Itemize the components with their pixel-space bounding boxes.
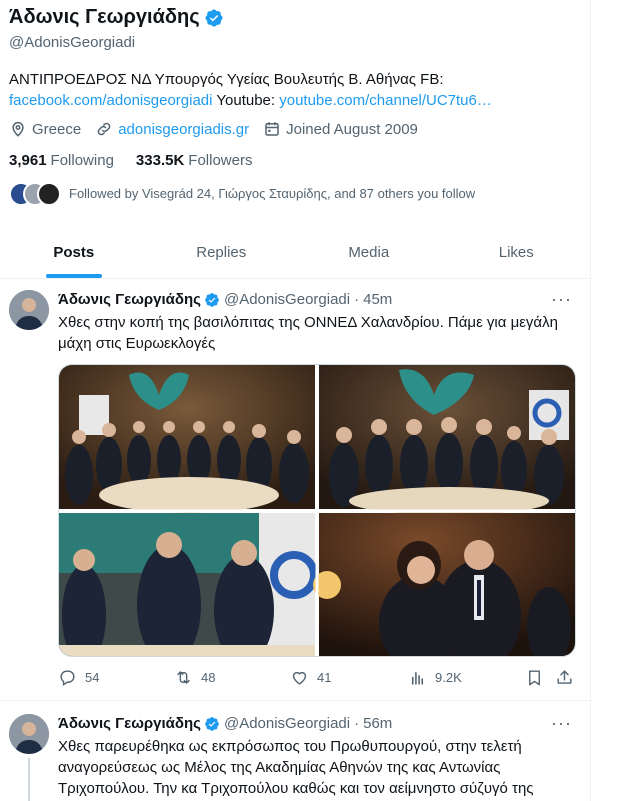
- profile-name-row: Άδωνις Γεωργιάδης: [9, 6, 224, 29]
- profile-tabs: Posts Replies Media Likes: [0, 226, 590, 279]
- tweet-actions: 54 48 41 9.2K: [58, 668, 574, 690]
- tweet-text: Χθες παρευρέθηκα ως εκπρόσωπος του Πρωθυ…: [58, 738, 534, 797]
- location-item: Greece: [9, 120, 81, 138]
- website-link[interactable]: adonisgeorgiadis.gr: [118, 121, 249, 138]
- profile-meta: Greece adonisgeorgiadis.gr Joined August…: [9, 120, 432, 138]
- followers-count: 333.5K: [135, 152, 185, 169]
- retweet-count: 48: [201, 670, 216, 685]
- tweet-author-handle[interactable]: @AdonisGeorgiadi: [224, 715, 350, 732]
- views-icon: [411, 671, 424, 685]
- verified-badge-icon[interactable]: [204, 8, 224, 28]
- avatar: [37, 182, 61, 206]
- retweet-icon: [177, 671, 190, 684]
- avatar[interactable]: [9, 290, 49, 330]
- tweet-author-handle[interactable]: @AdonisGeorgiadi: [224, 291, 350, 308]
- reply-icon: [60, 670, 75, 686]
- thread-line: [28, 758, 30, 801]
- like-icon: [292, 671, 307, 685]
- profile-handle: @AdonisGeorgiadi: [9, 34, 136, 51]
- photo-group-4[interactable]: [313, 513, 575, 656]
- tab-likes[interactable]: Likes: [443, 226, 591, 278]
- location-text: Greece: [32, 120, 82, 138]
- tweet-author-name[interactable]: Άδωνις Γεωργιάδης: [58, 715, 201, 732]
- tab-label: Posts: [53, 243, 95, 261]
- followed-by-text: Followed by Visegrád 24, Γιώργος Σταυρίδ…: [69, 185, 476, 201]
- tweet-separator: ·: [354, 715, 360, 732]
- share-icon: [557, 670, 572, 684]
- link-icon: [97, 122, 111, 136]
- tweet-header: Άδωνις Γεωργιάδης @AdonisGeorgiadi · 45m: [58, 291, 392, 308]
- tab-media[interactable]: Media: [295, 226, 443, 278]
- bio-facebook-link[interactable]: facebook.com/adonisgeorgiadi: [9, 92, 212, 109]
- avatar[interactable]: [9, 714, 49, 754]
- followed-by[interactable]: Followed by Visegrád 24, Γιώργος Σταυρίδ…: [9, 180, 475, 206]
- reply-count: 54: [85, 670, 100, 685]
- follower-avatars: [9, 180, 61, 206]
- followers-label: Followers: [188, 152, 253, 169]
- like-count: 41: [317, 670, 332, 685]
- tweet-header: Άδωνις Γεωργιάδης @AdonisGeorgiadi · 56m: [58, 715, 392, 732]
- following-label: Following: [50, 152, 114, 169]
- tweet[interactable]: Άδωνις Γεωργιάδης @AdonisGeorgiadi · 56m…: [0, 701, 590, 801]
- bookmark-icon: [529, 670, 540, 686]
- photo-group-3[interactable]: [59, 513, 318, 656]
- active-tab-indicator: [45, 274, 102, 278]
- tweet-text: Χθες στην κοπή της βασιλόπιτας της ΟΝΝΕΔ…: [58, 314, 558, 352]
- more-icon[interactable]: ···: [551, 289, 572, 310]
- tweet-author-name[interactable]: Άδωνις Γεωργιάδης: [58, 291, 201, 308]
- photo-group-2[interactable]: [319, 365, 575, 515]
- bio-youtube-link[interactable]: youtube.com/channel/UC7tu6…: [279, 92, 492, 109]
- location-pin-icon: [12, 121, 24, 137]
- retweet-button[interactable]: 48: [174, 668, 215, 687]
- share-button[interactable]: [555, 668, 582, 687]
- views-count: 9.2K: [435, 670, 462, 685]
- reply-button[interactable]: 54: [58, 668, 99, 687]
- follow-stats: 3,961 Following 333.5K Followers: [9, 152, 274, 169]
- joined-item: Joined August 2009: [263, 120, 418, 138]
- tweet-media-grid[interactable]: [58, 364, 576, 657]
- tab-label: Media: [348, 243, 390, 261]
- website-item: adonisgeorgiadis.gr: [95, 120, 249, 138]
- profile-name: Άδωνις Γεωργιάδης: [9, 6, 200, 28]
- tweet-time[interactable]: 45m: [363, 291, 392, 308]
- profile-column: Άδωνις Γεωργιάδης @AdonisGeorgiadi ΑΝΤΙΠ…: [0, 0, 591, 801]
- views-button[interactable]: 9.2K: [408, 668, 462, 687]
- tweet-time[interactable]: 56m: [363, 715, 392, 732]
- like-button[interactable]: 41: [290, 668, 331, 687]
- bio-text: ΑΝΤΙΠΡΟΕΔΡΟΣ ΝΔ Υπουργός Υγείας Βουλευτή…: [9, 71, 444, 88]
- profile-bio: ΑΝΤΙΠΡΟΕΔΡΟΣ ΝΔ Υπουργός Υγείας Βουλευτή…: [9, 69, 579, 111]
- tab-replies[interactable]: Replies: [148, 226, 296, 278]
- verified-badge-icon: [205, 716, 219, 731]
- calendar-icon: [265, 122, 279, 136]
- bio-youtube-label: Youtube:: [216, 92, 276, 109]
- followers-stat[interactable]: 333.5K Followers: [136, 152, 253, 169]
- tab-posts[interactable]: Posts: [0, 226, 148, 278]
- following-count: 3,961: [9, 152, 47, 169]
- joined-text: Joined August 2009: [286, 120, 418, 138]
- photo-group-1[interactable]: [59, 365, 315, 513]
- tab-label: Replies: [196, 243, 247, 261]
- following-stat[interactable]: 3,961 Following: [9, 152, 114, 169]
- tweet-separator: ·: [354, 291, 360, 308]
- tab-label: Likes: [498, 243, 534, 261]
- verified-badge-icon: [205, 292, 219, 307]
- more-icon[interactable]: ···: [551, 713, 572, 734]
- bookmark-button[interactable]: [525, 668, 552, 687]
